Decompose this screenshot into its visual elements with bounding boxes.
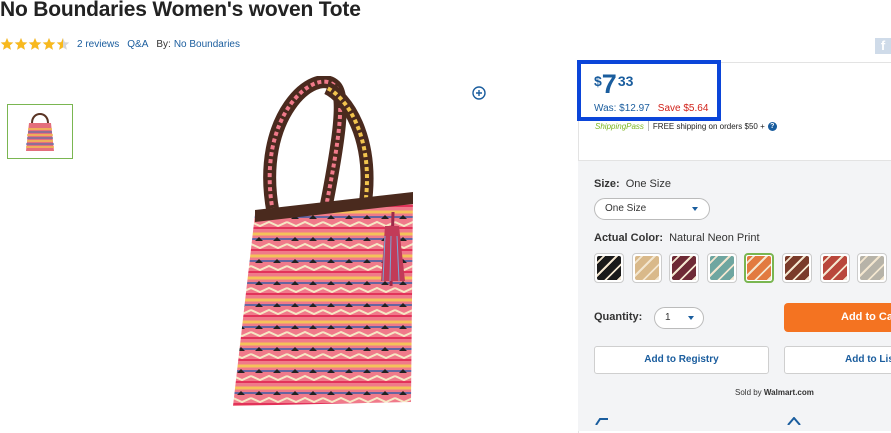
help-icon[interactable]: ?: [767, 121, 777, 131]
tote-thumbnail-image: [26, 113, 54, 151]
star-icon: [14, 37, 28, 51]
swatch-teal-print[interactable]: [706, 253, 737, 283]
swatch-black-white-print[interactable]: [594, 253, 624, 283]
add-to-cart-button[interactable]: Add to Ca: [784, 303, 891, 332]
size-value: One Size: [625, 178, 671, 190]
divider: [647, 121, 649, 131]
product-meta-row: 2 reviews Q&A By: No Boundaries: [0, 37, 240, 51]
swatch-fill: [634, 256, 659, 280]
swatch-fill: [860, 256, 885, 280]
star-icon: [0, 37, 14, 51]
reviews-link[interactable]: 2 reviews: [77, 39, 119, 50]
color-label: Actual Color: Natural Neon Print: [594, 232, 760, 244]
by-brand: By: No Boundaries: [156, 39, 240, 50]
shipping-info: ShippingPass FREE shipping on orders $50…: [595, 121, 777, 131]
price-highlight-box: [577, 60, 721, 121]
quantity-label: Quantity:: [594, 311, 643, 323]
swatch-red-tribal[interactable]: [819, 253, 850, 283]
product-main-image: [215, 75, 425, 421]
color-value: Natural Neon Print: [669, 232, 760, 244]
swatch-fill: [597, 256, 621, 280]
add-to-list-button[interactable]: Add to Lis: [784, 346, 891, 374]
qa-link[interactable]: Q&A: [127, 39, 148, 50]
star-icon: [42, 37, 56, 51]
color-swatches: [594, 253, 891, 283]
facebook-icon[interactable]: f: [875, 38, 891, 54]
product-thumbnail[interactable]: [7, 104, 73, 159]
star-icon: [28, 37, 42, 51]
swatch-grey-ikat[interactable]: [857, 253, 888, 283]
swatch-burgundy-print[interactable]: [669, 253, 700, 283]
by-label: By:: [156, 38, 171, 50]
swatch-natural-neon-print[interactable]: [744, 253, 775, 283]
swatch-brown-stripe[interactable]: [781, 253, 812, 283]
zoom-icon[interactable]: [472, 86, 486, 105]
quantity-select[interactable]: 1: [654, 307, 704, 329]
shipping-pass-logo[interactable]: ShippingPass: [595, 122, 644, 131]
star-rating[interactable]: [0, 37, 70, 51]
swatch-fill: [822, 256, 847, 280]
more-options-strip: [594, 412, 814, 426]
swatch-fill: [747, 256, 772, 280]
size-select[interactable]: One Size: [594, 198, 710, 220]
size-label-text: Size:: [594, 178, 620, 190]
swatch-tan-stripe[interactable]: [631, 253, 662, 283]
sold-by: Sold by Walmart.com: [735, 388, 814, 397]
brand-link[interactable]: No Boundaries: [174, 39, 240, 50]
sold-by-prefix: Sold by: [735, 388, 762, 397]
swatch-fill: [709, 256, 734, 280]
chevron-down-icon: [692, 207, 698, 211]
swatch-fill: [784, 256, 809, 280]
add-to-registry-button[interactable]: Add to Registry: [594, 346, 769, 374]
seller-name: Walmart.com: [763, 388, 814, 397]
chevron-down-icon: [688, 316, 694, 320]
size-select-value: One Size: [605, 203, 647, 214]
product-title: No Boundaries Women's woven Tote: [0, 0, 361, 21]
star-icon: [56, 37, 70, 51]
free-shipping-text: FREE shipping on orders $50 +: [652, 121, 765, 131]
swatch-fill: [672, 256, 697, 280]
size-label: Size: One Size: [594, 178, 671, 190]
quantity-value: 1: [665, 312, 671, 323]
color-label-text: Actual Color:: [594, 232, 664, 244]
